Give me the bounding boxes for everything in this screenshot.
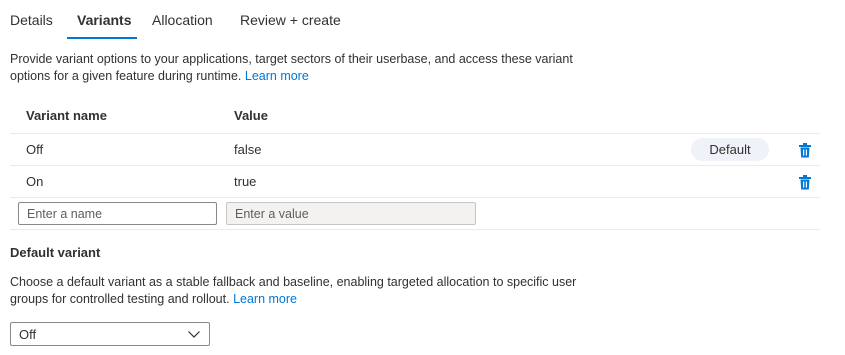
tab-review-create[interactable]: Review + create xyxy=(240,12,341,28)
default-variant-description: Choose a default variant as a stable fal… xyxy=(10,274,610,308)
tab-variants[interactable]: Variants xyxy=(77,12,131,28)
variant-name-input[interactable]: Enter a name xyxy=(18,202,217,225)
chevron-down-icon xyxy=(187,328,201,340)
default-variant-selected: Off xyxy=(19,326,37,342)
active-tab-indicator xyxy=(67,37,137,39)
variant-value-placeholder: Enter a value xyxy=(235,206,309,221)
header-divider xyxy=(10,133,820,134)
tab-bar: Details Variants Allocation Review + cre… xyxy=(0,0,845,40)
default-badge: Default xyxy=(691,138,769,161)
learn-more-link[interactable]: Learn more xyxy=(245,69,309,83)
variant-value-cell: false xyxy=(234,142,262,157)
default-variant-dropdown[interactable]: Off xyxy=(10,322,210,346)
column-header-value: Value xyxy=(234,108,268,123)
default-variant-title: Default variant xyxy=(10,245,101,260)
row-divider xyxy=(10,197,820,198)
variants-page: Details Variants Allocation Review + cre… xyxy=(0,0,845,355)
variant-value-cell: true xyxy=(234,174,257,189)
variant-name-placeholder: Enter a name xyxy=(27,206,103,221)
row-divider xyxy=(10,165,820,166)
variants-description: Provide variant options to your applicat… xyxy=(10,51,610,85)
trash-icon[interactable] xyxy=(797,174,813,190)
row-divider xyxy=(10,229,820,230)
trash-icon[interactable] xyxy=(797,142,813,158)
tab-allocation[interactable]: Allocation xyxy=(152,12,213,28)
tab-details[interactable]: Details xyxy=(10,12,53,28)
variant-name-cell: On xyxy=(26,174,44,189)
variant-name-cell: Off xyxy=(26,142,44,157)
column-header-variant-name: Variant name xyxy=(26,108,107,123)
variant-value-input[interactable]: Enter a value xyxy=(226,202,476,225)
learn-more-link[interactable]: Learn more xyxy=(233,292,297,306)
